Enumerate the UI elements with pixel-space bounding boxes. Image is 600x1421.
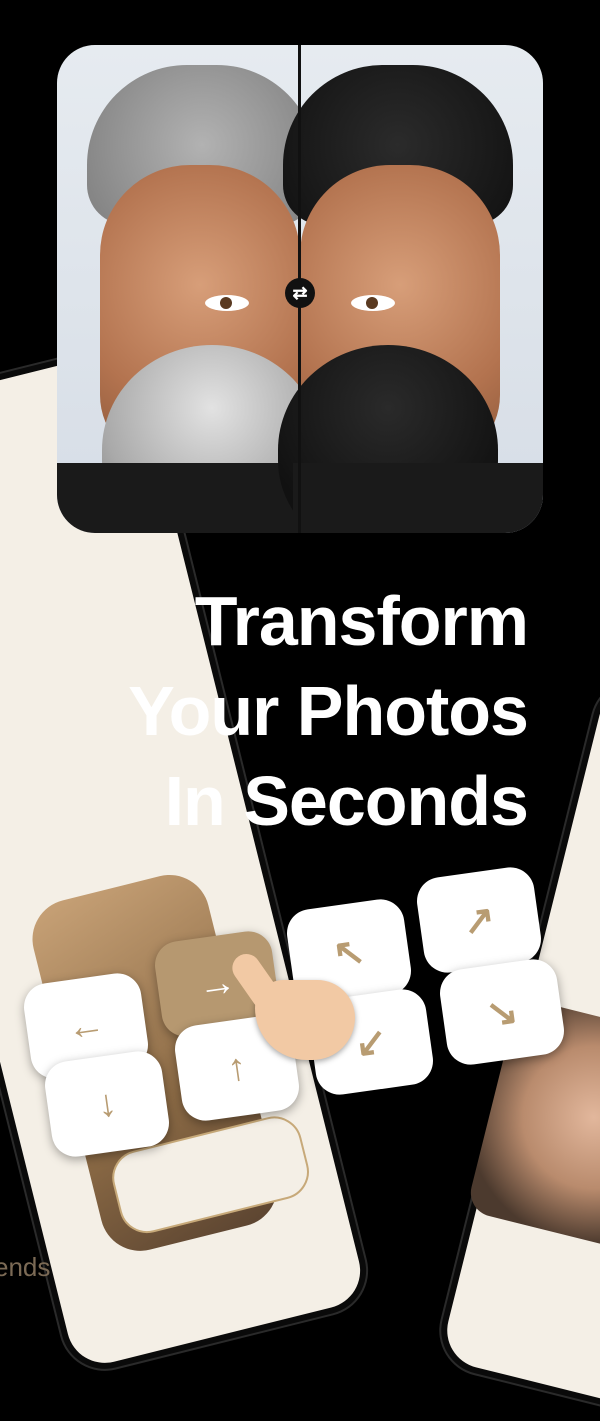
eye-after: [351, 295, 395, 311]
arrow-down-button[interactable]: ↓: [41, 1048, 173, 1160]
headline-line-2: Your Photos: [128, 672, 529, 750]
arrow-down-icon: ↓: [94, 1081, 120, 1126]
arrow-down-right-button[interactable]: ↘: [436, 956, 568, 1068]
headline: Transform Your Photos In Seconds: [90, 576, 529, 846]
headline-line-1: Transform: [194, 582, 529, 660]
shirt-after: [293, 463, 543, 533]
swap-icon[interactable]: ⇄: [285, 278, 315, 308]
arrow-left-icon: ←: [64, 1002, 108, 1049]
after-half: [278, 45, 543, 533]
arrow-down-right-icon: ↘: [483, 989, 521, 1036]
shirt-before: [57, 463, 307, 533]
arrow-up-right-button[interactable]: ↗: [413, 864, 545, 976]
before-after-image: ⇄: [57, 45, 543, 533]
option-pill-label: ends: [0, 1252, 51, 1282]
headline-line-3: In Seconds: [164, 762, 529, 840]
arrow-up-icon: ↑: [224, 1045, 250, 1090]
eye-before: [205, 295, 249, 311]
arrow-up-right-icon: ↗: [460, 897, 498, 944]
direction-keys: ← ↓ → ↑ ↖ ↙ ↗ ↘: [0, 860, 600, 1160]
arrow-up-left-icon: ↖: [330, 929, 368, 976]
arrow-down-left-icon: ↙: [352, 1019, 390, 1066]
before-half: [57, 45, 322, 533]
